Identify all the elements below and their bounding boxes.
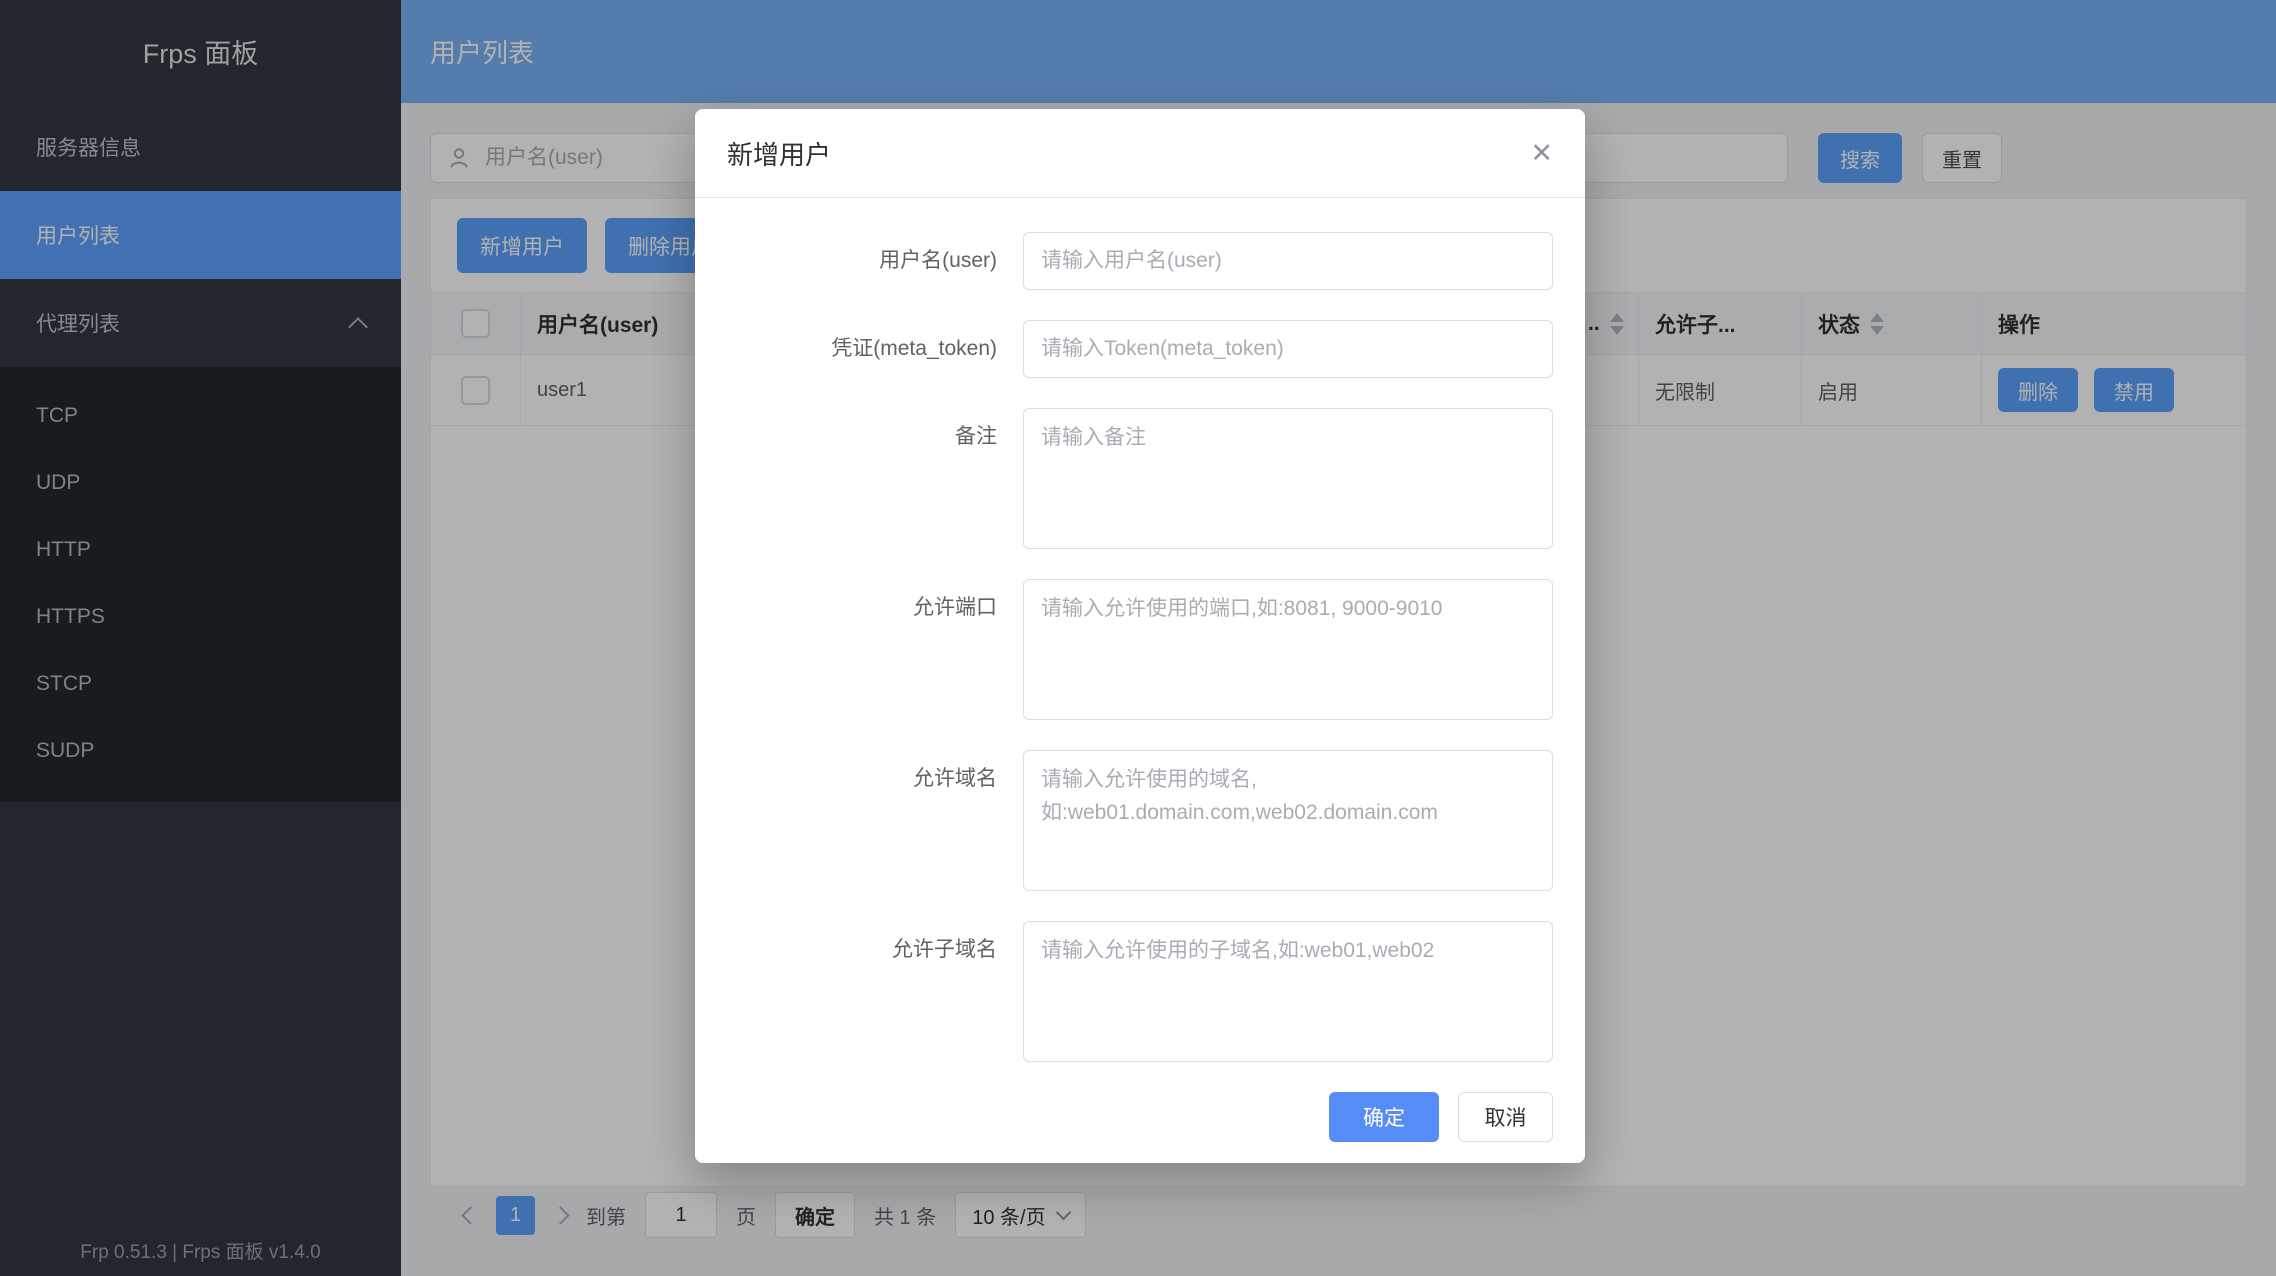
allow-subdomains-label: 允许子域名	[727, 921, 997, 1062]
username-input[interactable]	[1023, 232, 1553, 290]
field-wrapper	[1023, 579, 1553, 720]
field-wrapper	[1023, 408, 1553, 549]
form-row-allow-subdomains: 允许子域名	[727, 921, 1553, 1062]
allow-ports-textarea[interactable]	[1023, 579, 1553, 720]
allow-ports-label: 允许端口	[727, 579, 997, 720]
field-wrapper	[1023, 750, 1553, 891]
form-row-allow-domains: 允许域名	[727, 750, 1553, 891]
token-label: 凭证(meta_token)	[727, 320, 997, 378]
cancel-button[interactable]: 取消	[1458, 1092, 1553, 1142]
dialog-header: 新增用户 ✕	[695, 109, 1585, 198]
dialog-footer: 确定 取消	[695, 1092, 1585, 1142]
username-label: 用户名(user)	[727, 232, 997, 290]
add-user-dialog: 新增用户 ✕ 用户名(user) 凭证(meta_token) 备注 允许端口	[695, 109, 1585, 1163]
form-row-allow-ports: 允许端口	[727, 579, 1553, 720]
notes-label: 备注	[727, 408, 997, 549]
form-row-username: 用户名(user)	[727, 232, 1553, 290]
close-icon[interactable]: ✕	[1530, 140, 1553, 167]
form-row-notes: 备注	[727, 408, 1553, 549]
allow-subdomains-textarea[interactable]	[1023, 921, 1553, 1062]
dialog-form: 用户名(user) 凭证(meta_token) 备注 允许端口 允许域名	[695, 198, 1585, 1062]
notes-textarea[interactable]	[1023, 408, 1553, 549]
field-wrapper	[1023, 921, 1553, 1062]
allow-domains-textarea[interactable]	[1023, 750, 1553, 891]
confirm-button[interactable]: 确定	[1329, 1092, 1439, 1142]
form-row-token: 凭证(meta_token)	[727, 320, 1553, 378]
field-wrapper	[1023, 320, 1553, 378]
dialog-title: 新增用户	[727, 135, 831, 172]
allow-domains-label: 允许域名	[727, 750, 997, 891]
field-wrapper	[1023, 232, 1553, 290]
token-input[interactable]	[1023, 320, 1553, 378]
